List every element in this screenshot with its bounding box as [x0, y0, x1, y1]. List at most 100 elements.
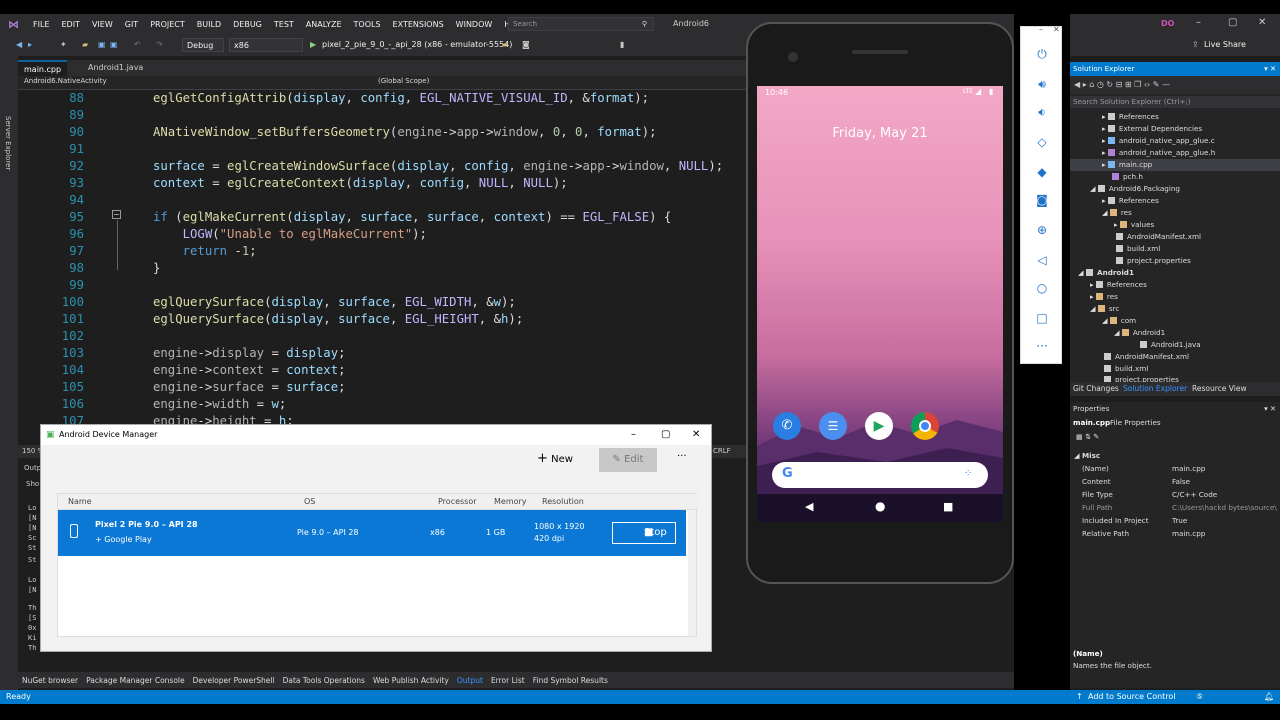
recents-nav-icon[interactable]: ■ [943, 500, 953, 513]
tree-item[interactable]: ◢ com [1102, 315, 1136, 327]
power-icon[interactable]: ⏻ [1021, 47, 1063, 62]
play-store-icon[interactable]: ▶ [865, 412, 893, 440]
messages-app-icon[interactable]: ☰ [819, 412, 847, 440]
undo-icon[interactable]: ↶ [134, 38, 141, 52]
menu-edit[interactable]: EDIT [55, 20, 85, 29]
avatar[interactable]: DO [1161, 19, 1174, 28]
save-icon[interactable]: ▣ [98, 38, 106, 52]
property-row[interactable]: (Name) main.cpp [1082, 462, 1278, 475]
tree-item[interactable]: ▸ android_native_app_glue.c [1102, 135, 1215, 147]
more-options-button[interactable]: ··· [677, 451, 687, 462]
google-search-bar[interactable]: G ⁘ [772, 462, 988, 488]
volume-up-icon[interactable]: 🔊︎ [1021, 77, 1063, 92]
emulator-screen[interactable]: 10:46 LTE ◢ ▮ Friday, May 21 ✆ ☰ ▶ G ⁘ [757, 86, 1003, 522]
maximize-icon[interactable]: ▢ [1228, 17, 1237, 28]
col-memory[interactable]: Memory [494, 494, 527, 510]
new-item-icon[interactable]: ✦ [60, 38, 67, 52]
menu-window[interactable]: WINDOW [450, 20, 499, 29]
tree-item[interactable]: ▸ res [1090, 291, 1118, 303]
menu-debug[interactable]: DEBUG [227, 20, 268, 29]
redo-icon[interactable]: ↷ [156, 38, 163, 52]
se-toolbar-icons[interactable]: ◀ ▸ ⌂ ◷ ↻ ⊟ ⊞ ❐ ‹› ✎ — [1074, 80, 1170, 89]
chrome-app-icon[interactable] [911, 412, 939, 440]
stop-device-button[interactable]: ■ Stop [612, 522, 676, 544]
menu-extensions[interactable]: EXTENSIONS [387, 20, 450, 29]
tree-item[interactable]: ◢ Android1 [1114, 327, 1165, 339]
screenshot-icon[interactable]: ◙ [522, 38, 530, 52]
tab-solution-explorer[interactable]: Solution Explorer [1123, 382, 1187, 396]
tab-find-symbol-results[interactable]: Find Symbol Results [529, 676, 612, 685]
adm-maximize-icon[interactable]: ▢ [661, 425, 670, 445]
menu-view[interactable]: VIEW [86, 20, 119, 29]
property-row[interactable]: File Type C/C++ Code [1082, 488, 1278, 501]
folder-icon[interactable]: ▰ [502, 38, 508, 52]
tree-item[interactable]: ▸ References [1102, 195, 1159, 207]
col-name[interactable]: Name [68, 494, 92, 510]
tab-git-changes[interactable]: Git Changes [1073, 382, 1119, 396]
home-nav-icon[interactable]: ● [875, 499, 885, 513]
emulator-home-icon[interactable]: ○ [1021, 281, 1063, 295]
menu-git[interactable]: GIT [119, 20, 144, 29]
tree-item[interactable]: ◢ src [1090, 303, 1119, 315]
adm-minimize-icon[interactable]: – [631, 425, 636, 445]
properties-category[interactable]: ◢ Misc [1074, 451, 1100, 460]
tree-item[interactable]: ◢ Android1 [1078, 267, 1134, 279]
property-row[interactable]: Relative Path main.cpp [1082, 527, 1278, 540]
more-icon[interactable]: ··· [1021, 339, 1063, 353]
global-scope-select[interactable]: (Global Scope) [378, 77, 429, 85]
tree-item[interactable]: ▸ External Dependencies [1102, 123, 1202, 135]
tree-item-selected[interactable]: ▸ main.cpp [1070, 159, 1280, 171]
tree-item[interactable]: ▸ References [1090, 279, 1147, 291]
line-ending[interactable]: CRLF [713, 447, 731, 455]
platform-select[interactable]: x86 [229, 38, 303, 52]
tree-item[interactable]: ◢ Android6.Packaging [1090, 183, 1180, 195]
emulator-overview-icon[interactable]: □ [1021, 311, 1063, 325]
tree-item[interactable]: build.xml [1116, 243, 1160, 255]
zoom-icon[interactable]: ⊕ [1021, 223, 1063, 237]
open-folder-icon[interactable]: ▰ [82, 38, 88, 52]
property-row[interactable]: Full Path C:\Users\hackd bytes\source\ [1082, 501, 1278, 514]
menu-build[interactable]: BUILD [191, 20, 227, 29]
tab-package-manager-console[interactable]: Package Manager Console [82, 676, 189, 685]
configuration-select[interactable]: Debug [182, 38, 224, 52]
tree-item[interactable]: ▸ values [1114, 219, 1154, 231]
menu-test[interactable]: TEST [268, 20, 300, 29]
live-share-button[interactable]: Live Share [1204, 38, 1246, 52]
adm-close-icon[interactable]: ✕ [692, 425, 700, 445]
device-row[interactable]: Pixel 2 Pie 9.0 – API 28 + Google Play P… [58, 510, 686, 556]
property-row[interactable]: Content False [1082, 475, 1278, 488]
run-icon[interactable]: ▶ [310, 38, 316, 52]
volume-down-icon[interactable]: 🔉︎ [1021, 105, 1063, 120]
tab-output[interactable]: Output [453, 676, 487, 685]
property-row[interactable]: Included In Project True [1082, 514, 1278, 527]
menu-file[interactable]: FILE [27, 20, 55, 29]
properties-pin-icon[interactable]: ▾ ✕ [1264, 404, 1276, 413]
save-all-icon[interactable]: ▣ [110, 38, 118, 52]
phone-app-icon[interactable]: ✆ [773, 412, 801, 440]
device-table-scrollbar[interactable] [688, 510, 696, 636]
col-resolution[interactable]: Resolution [542, 494, 584, 510]
tab-web-publish-activity[interactable]: Web Publish Activity [369, 676, 453, 685]
tree-item[interactable]: project.properties [1116, 255, 1191, 267]
forward-icon[interactable]: ▸ [28, 38, 32, 52]
tree-item[interactable]: ▸ android_native_app_glue.h [1102, 147, 1215, 159]
col-processor[interactable]: Processor [438, 494, 477, 510]
new-device-button[interactable]: + New [537, 451, 573, 466]
back-icon[interactable]: ◀ [16, 38, 22, 52]
lockscreen-date[interactable]: Friday, May 21 [757, 126, 1003, 141]
tab-developer-powershell[interactable]: Developer PowerShell [189, 676, 279, 685]
tab-nuget-browser[interactable]: NuGet browser [18, 676, 82, 685]
code-editor[interactable]: 88 eglGetConfigAttrib(display, config, EG… [18, 90, 748, 425]
run-target-button[interactable]: pixel_2_pie_9_0_-_api_28 (x86 - emulator… [322, 38, 512, 52]
menu-analyze[interactable]: ANALYZE [300, 20, 348, 29]
properties-sort-icons[interactable]: ▦ ⇅ ✎ [1076, 432, 1099, 441]
menu-project[interactable]: PROJECT [144, 20, 191, 29]
minimize-icon[interactable]: – [1196, 17, 1201, 28]
solution-search-input[interactable]: Search Solution Explorer (Ctrl+;) [1070, 96, 1280, 108]
rotate-right-icon[interactable]: ◆ [1021, 165, 1063, 179]
tab-data-tools-operations[interactable]: Data Tools Operations [279, 676, 369, 685]
tab-main-cpp[interactable]: main.cpp [18, 60, 68, 76]
add-to-source-control-button[interactable]: Add to Source Control [1088, 692, 1176, 701]
search-input[interactable]: Search ⚲ [508, 17, 654, 31]
bookmark-icon[interactable]: ▮ [620, 38, 624, 52]
